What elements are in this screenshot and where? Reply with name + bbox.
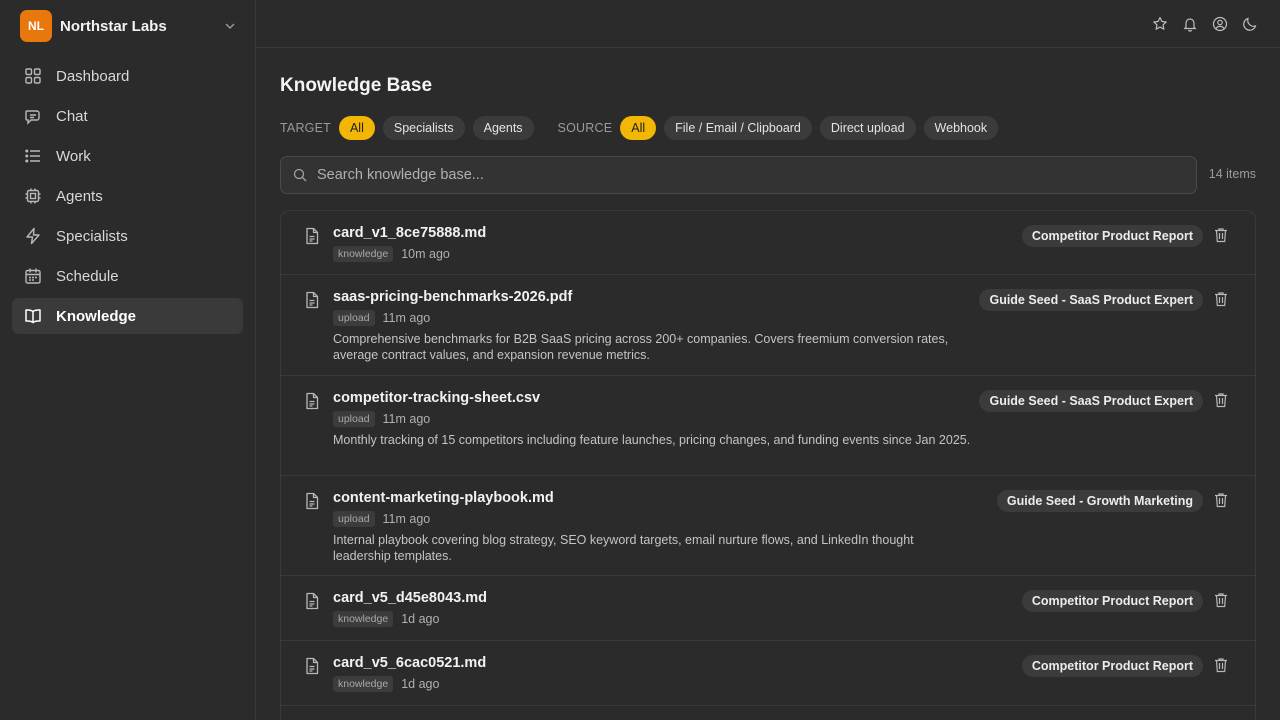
source-filter-direct-upload[interactable]: Direct upload	[819, 116, 916, 140]
search-box	[280, 156, 1197, 194]
book-icon	[25, 309, 41, 324]
workspace-name: Northstar Labs	[60, 17, 167, 35]
file-description: Monthly tracking of 15 competitors inclu…	[333, 433, 971, 447]
list-item[interactable]: card_v1_8ce75888.md knowledge 10m ago Co…	[281, 211, 1255, 275]
list-item[interactable]: card_v5_6cac0521.md knowledge 1d ago Com…	[281, 641, 1255, 706]
sidebar-item-label: Agents	[56, 187, 103, 205]
target-tag: Competitor Product Report	[1021, 225, 1203, 247]
search-input[interactable]	[317, 167, 1177, 183]
sidebar-item-label: Work	[56, 147, 91, 165]
file-name[interactable]: content-marketing-playbook.md	[333, 490, 554, 506]
source-badge: upload	[333, 310, 375, 326]
list-icon	[25, 149, 40, 163]
source-badge: upload	[333, 511, 375, 527]
item-count: 14 items	[1208, 167, 1256, 181]
sidebar: NL Northstar Labs Dashboard Chat Work Ag…	[0, 0, 256, 720]
sidebar-item-chat[interactable]: Chat	[12, 98, 243, 134]
sidebar-item-label: Schedule	[56, 267, 119, 285]
sidebar-item-knowledge[interactable]: Knowledge	[12, 298, 243, 334]
star-icon[interactable]	[1152, 16, 1168, 32]
trash-icon[interactable]	[1213, 291, 1229, 307]
file-name[interactable]: saas-pricing-benchmarks-2026.pdf	[333, 289, 572, 305]
source-badge: knowledge	[333, 246, 394, 262]
timestamp: 11m ago	[382, 311, 431, 325]
knowledge-list: card_v1_8ce75888.md knowledge 10m ago Co…	[280, 210, 1256, 720]
chat-icon	[25, 110, 40, 125]
target-tag: Guide Seed - Growth Marketing	[996, 490, 1203, 512]
calendar-icon	[25, 268, 41, 284]
sidebar-item-label: Knowledge	[56, 307, 137, 325]
file-name[interactable]: card_v1_8ce75888.md	[333, 225, 486, 241]
list-item[interactable]: competitor-tracking-sheet.csv upload 11m…	[281, 376, 1255, 476]
page-title: Knowledge Base	[280, 75, 433, 96]
file-name[interactable]: competitor-tracking-sheet.csv	[333, 390, 540, 406]
trash-icon[interactable]	[1213, 227, 1229, 243]
file-name[interactable]: card_v5_d45e8043.md	[333, 590, 487, 606]
file-description: Comprehensive benchmarks for B2B SaaS pr…	[333, 332, 949, 362]
trash-icon[interactable]	[1213, 392, 1229, 408]
top-bar	[256, 0, 1280, 48]
lightning-icon	[26, 227, 40, 245]
target-tag: Guide Seed - SaaS Product Expert	[979, 289, 1203, 311]
sidebar-item-label: Specialists	[56, 227, 128, 245]
filter-bar: TARGET All Specialists Agents SOURCE All…	[280, 116, 1006, 140]
file-icon	[303, 592, 321, 610]
main-content: Knowledge Base TARGET All Specialists Ag…	[280, 48, 1256, 720]
sidebar-nav: Dashboard Chat Work Agents Specialists S…	[12, 58, 243, 338]
sidebar-item-schedule[interactable]: Schedule	[12, 258, 243, 294]
workspace-logo: NL	[20, 10, 52, 42]
file-name[interactable]: card_v5_6cac0521.md	[333, 655, 486, 671]
source-filter-all[interactable]: All	[620, 116, 657, 140]
timestamp: 1d ago	[401, 677, 440, 691]
sidebar-item-agents[interactable]: Agents	[12, 178, 243, 214]
target-filter-specialists[interactable]: Specialists	[382, 116, 465, 140]
file-icon	[303, 291, 321, 309]
trash-icon[interactable]	[1213, 657, 1229, 673]
target-filter-agents[interactable]: Agents	[472, 116, 534, 140]
trash-icon[interactable]	[1213, 492, 1229, 508]
cpu-icon	[25, 188, 41, 204]
timestamp: 11m ago	[382, 512, 431, 526]
trash-icon[interactable]	[1213, 592, 1229, 608]
source-filter-label: SOURCE	[557, 121, 613, 135]
target-tag: Competitor Product Report	[1021, 655, 1203, 677]
file-icon	[303, 657, 321, 675]
source-badge: knowledge	[333, 676, 394, 692]
sidebar-item-specialists[interactable]: Specialists	[12, 218, 243, 254]
user-circle-icon[interactable]	[1212, 16, 1228, 32]
moon-icon[interactable]	[1242, 16, 1258, 32]
sidebar-item-label: Dashboard	[56, 67, 130, 85]
target-tag: Competitor Product Report	[1021, 590, 1203, 612]
list-item[interactable]: content-marketing-playbook.md upload 11m…	[281, 476, 1255, 576]
workspace-switcher[interactable]: NL Northstar Labs	[20, 10, 238, 42]
file-icon	[303, 392, 321, 410]
sidebar-item-label: Chat	[56, 107, 88, 125]
source-badge: upload	[333, 411, 375, 427]
timestamp: 1d ago	[401, 612, 440, 626]
timestamp: 11m ago	[382, 412, 431, 426]
timestamp: 10m ago	[401, 247, 450, 261]
list-item[interactable]: saas-pricing-benchmarks-2026.pdf upload …	[281, 275, 1255, 376]
target-filter-all[interactable]: All	[338, 116, 375, 140]
target-tag: Guide Seed - SaaS Product Expert	[979, 390, 1203, 412]
file-icon	[303, 492, 321, 510]
chevron-down-icon	[225, 23, 235, 29]
source-filter-webhook[interactable]: Webhook	[923, 116, 999, 140]
source-badge: knowledge	[333, 611, 394, 627]
bell-icon[interactable]	[1182, 16, 1198, 32]
sidebar-item-dashboard[interactable]: Dashboard	[12, 58, 243, 94]
sidebar-item-work[interactable]: Work	[12, 138, 243, 174]
search-icon	[293, 168, 307, 182]
source-filter-file-email-clipboard[interactable]: File / Email / Clipboard	[664, 116, 812, 140]
dashboard-icon	[25, 68, 41, 84]
file-icon	[303, 227, 321, 245]
list-item[interactable]: card_v5_d45e8043.md knowledge 1d ago Com…	[281, 576, 1255, 641]
file-description: Internal playbook covering blog strategy…	[333, 533, 914, 563]
target-filter-label: TARGET	[280, 121, 331, 135]
